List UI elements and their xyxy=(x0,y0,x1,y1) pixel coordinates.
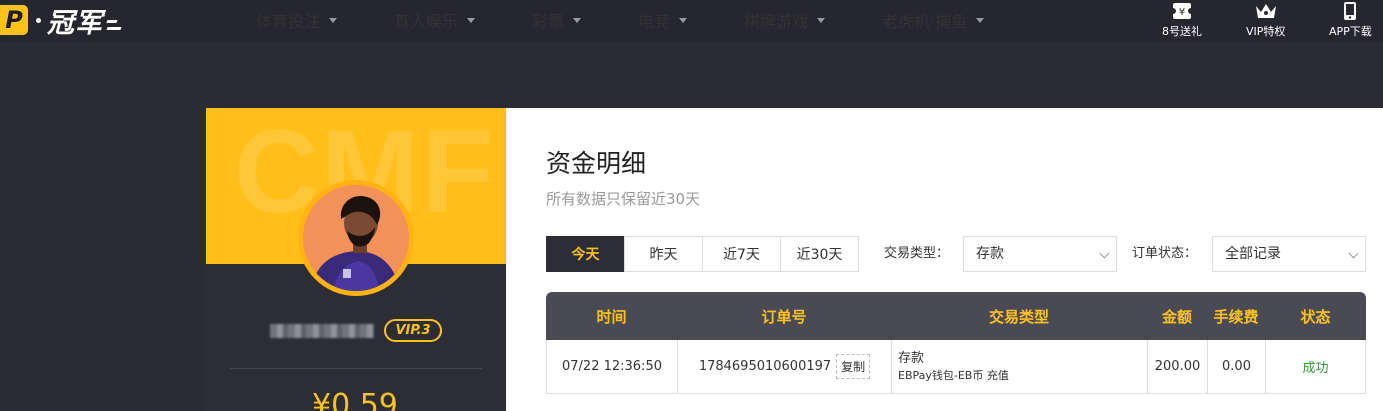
transaction-type-label: 交易类型： xyxy=(884,246,950,261)
avatar[interactable] xyxy=(298,180,414,296)
tab-today[interactable]: 今天 xyxy=(546,236,625,272)
phone-icon xyxy=(1344,2,1357,20)
order-number: 1784695010600197 xyxy=(698,359,832,374)
nav-item-sports[interactable]: 体育投注 xyxy=(256,0,338,40)
transaction-type-select[interactable]: 存款 xyxy=(963,236,1117,272)
column-header-amount: 金额 xyxy=(1161,307,1192,326)
logo-bars-icon xyxy=(106,20,122,30)
chevron-down-icon xyxy=(573,17,582,23)
nav-item-slots-fishing[interactable]: 老虎机·捕鱼 xyxy=(882,0,985,40)
nav-item-live-casino[interactable]: 真人娱乐 xyxy=(394,0,476,40)
player-portrait-icon xyxy=(303,185,409,291)
crown-icon xyxy=(1255,4,1276,18)
nav-item-lottery[interactable]: 彩票 xyxy=(532,0,582,40)
nav-item-label: 老虎机·捕鱼 xyxy=(882,12,968,31)
status-badge: 成功 xyxy=(1302,361,1329,376)
fund-details-panel: 资金明细 所有数据只保留近30天 今天 昨天 近7天 近30天 交易类型： 存款… xyxy=(506,108,1383,411)
cell-amount: 200.00 xyxy=(1148,340,1208,393)
ticket-icon: ¥ xyxy=(1173,3,1191,19)
column-header-fee: 手续费 xyxy=(1213,307,1259,326)
column-header-type: 交易类型 xyxy=(988,307,1049,326)
fund-records-table: 时间 订单号 交易类型 金额 手续费 状态 07/22 12:36:50 178… xyxy=(546,292,1366,394)
date-range-tabs: 今天 昨天 近7天 近30天 xyxy=(546,236,859,272)
cell-fee: 0.00 xyxy=(1208,340,1266,393)
chevron-down-icon xyxy=(1348,248,1359,259)
order-status-select[interactable]: 全部记录 xyxy=(1212,236,1366,272)
column-header-time: 时间 xyxy=(596,307,627,326)
page-subtitle: 所有数据只保留近30天 xyxy=(546,190,701,208)
username-blurred xyxy=(270,324,374,338)
nav-item-label: 棋牌游戏 xyxy=(744,12,809,31)
page-title: 资金明细 xyxy=(546,149,647,178)
cell-time: 07/22 12:36:50 xyxy=(547,340,678,393)
wallet-balance: ¥0.59 xyxy=(312,388,398,411)
vip-level-badge[interactable]: VIP.3 xyxy=(384,319,442,342)
transaction-type-value: 存款 xyxy=(976,246,1004,262)
table-header: 时间 订单号 交易类型 金额 手续费 状态 xyxy=(546,292,1366,340)
nav-item-label: 体育投注 xyxy=(256,12,321,31)
nav-item-label: 彩票 xyxy=(532,12,565,31)
nav-item-esports[interactable]: 电竞 xyxy=(638,0,688,40)
util-label: VIP特权 xyxy=(1246,25,1286,38)
brand-logo[interactable]: P 冠军 xyxy=(0,0,122,40)
chevron-down-icon xyxy=(1099,248,1110,259)
profile-card: CMF VIP.3 ¥0.59 xyxy=(206,108,506,411)
chevron-down-icon xyxy=(329,17,338,23)
logo-dot xyxy=(36,17,41,23)
util-daily-gift[interactable]: ¥ 8号送礼 xyxy=(1162,0,1202,39)
order-status-label: 订单状态： xyxy=(1132,246,1198,261)
cell-type: 存款 EBPay钱包-EB币 充值 xyxy=(892,340,1148,393)
avatar-image xyxy=(303,185,409,291)
chevron-down-icon xyxy=(817,17,826,23)
util-label: 8号送礼 xyxy=(1162,25,1202,38)
chevron-down-icon xyxy=(679,17,688,23)
util-label: APP下载 xyxy=(1329,25,1372,38)
logo-letter: P xyxy=(0,5,28,35)
transaction-type: 存款 xyxy=(898,350,925,366)
chevron-down-icon xyxy=(467,17,476,23)
chevron-down-icon xyxy=(976,17,985,23)
logo-name: 冠军 xyxy=(47,7,103,39)
column-header-status: 状态 xyxy=(1300,307,1331,326)
table-row: 07/22 12:36:50 1784695010600197 复制 存款 EB… xyxy=(546,340,1366,394)
profile-divider xyxy=(230,368,482,369)
tab-last-7-days[interactable]: 近7天 xyxy=(702,236,781,272)
nav-item-label: 真人娱乐 xyxy=(394,12,459,31)
copy-order-button[interactable]: 复制 xyxy=(836,354,871,379)
util-vip-privilege[interactable]: VIP特权 xyxy=(1246,0,1285,39)
order-status-value: 全部记录 xyxy=(1225,246,1281,262)
column-header-order-no: 订单号 xyxy=(761,307,807,326)
tab-last-30-days[interactable]: 近30天 xyxy=(780,236,859,272)
transaction-type-detail: EBPay钱包-EB币 充值 xyxy=(898,368,1009,382)
top-navigation-bar: P 冠军 体育投注 真人娱乐 彩票 电竞 棋牌游戏 老虎机·捕鱼 ¥ 8号送礼 xyxy=(0,0,1383,42)
cell-order-no: 1784695010600197 复制 xyxy=(678,340,892,393)
nav-item-label: 电竞 xyxy=(638,12,671,31)
util-app-download[interactable]: APP下载 xyxy=(1329,0,1372,39)
svg-text:¥: ¥ xyxy=(1179,7,1185,18)
nav-item-card-games[interactable]: 棋牌游戏 xyxy=(744,0,826,40)
tab-yesterday[interactable]: 昨天 xyxy=(624,236,703,272)
